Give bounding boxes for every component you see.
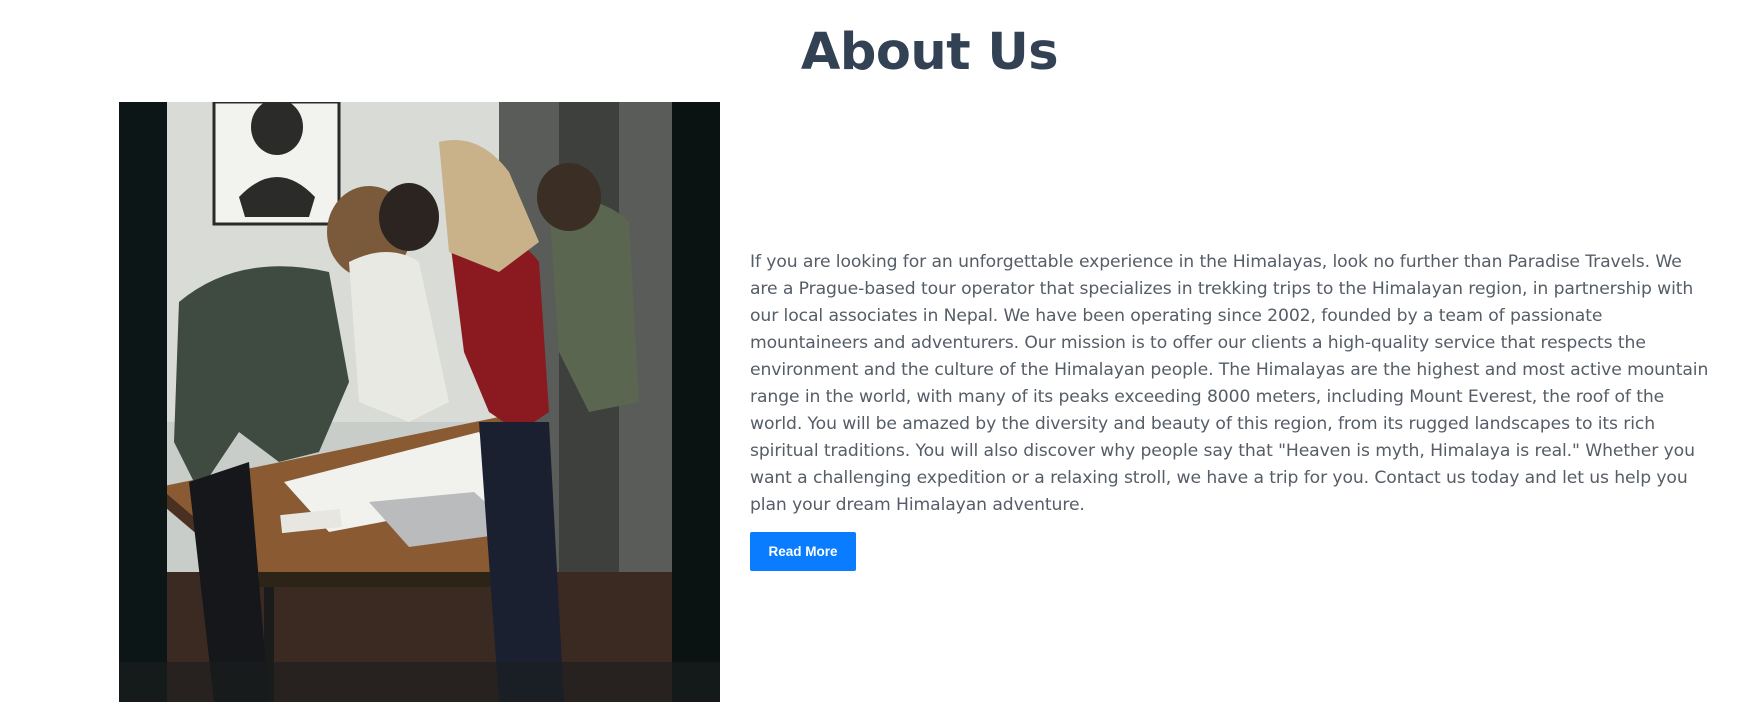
about-text-column: If you are looking for an unforgettable … — [750, 249, 1712, 571]
team-photo — [119, 102, 720, 702]
about-paragraph: If you are looking for an unforgettable … — [750, 252, 1709, 515]
page-title: About Us — [800, 23, 1059, 82]
read-more-button[interactable]: Read More — [750, 532, 856, 571]
